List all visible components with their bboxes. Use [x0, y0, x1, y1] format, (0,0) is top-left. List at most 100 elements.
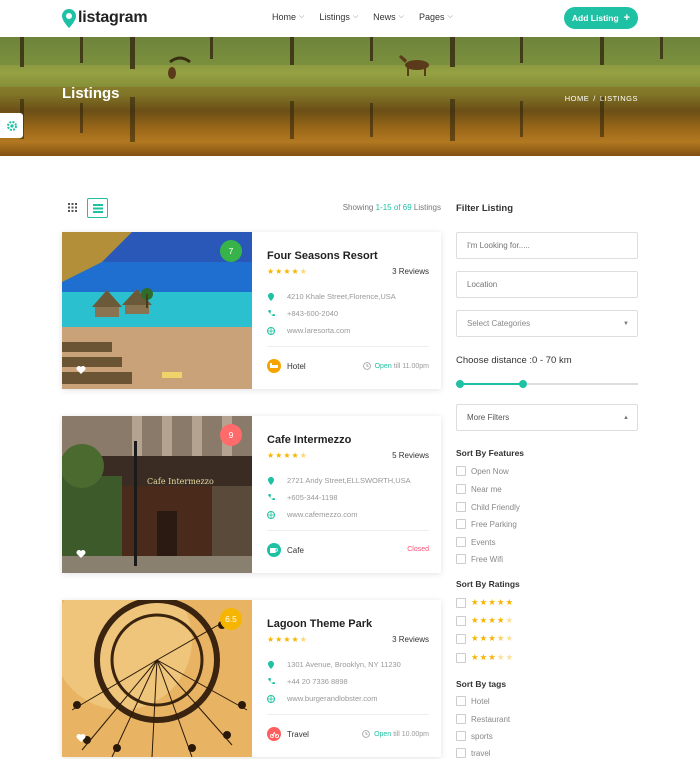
slider-max-handle[interactable]: [519, 380, 527, 388]
feature-checkbox[interactable]: Near me: [456, 484, 502, 494]
heart-icon[interactable]: [76, 549, 86, 559]
checkbox[interactable]: [456, 696, 466, 706]
location-input[interactable]: [467, 280, 637, 289]
listing-image-themepark[interactable]: 6.5: [62, 600, 252, 757]
open-status: Open till 11.00pm: [362, 362, 429, 370]
checkbox[interactable]: [456, 466, 466, 476]
website-link[interactable]: www.burgerandlobster.com: [287, 694, 377, 703]
feature-checkbox[interactable]: Open Now: [456, 466, 509, 476]
search-field[interactable]: [456, 232, 638, 259]
listing-card[interactable]: 7 Four Seasons Resort ★★★★ ★ 3 Reviews 42…: [62, 232, 441, 389]
results-range: 1-15 of 69: [375, 203, 412, 212]
checkbox[interactable]: [456, 615, 466, 626]
checkbox[interactable]: [456, 554, 466, 564]
tag-checkbox[interactable]: sports: [456, 731, 493, 741]
listing-phone: +843-600-2040: [267, 309, 338, 318]
checkbox[interactable]: [456, 502, 466, 512]
feature-checkbox[interactable]: Child Friendly: [456, 502, 520, 512]
status-label: Open: [374, 362, 392, 370]
checkbox[interactable]: [456, 537, 466, 547]
more-filters-label: More Filters: [467, 413, 510, 422]
checkbox[interactable]: [456, 597, 466, 608]
nav-item-home[interactable]: Home ⌵: [272, 12, 304, 22]
review-count[interactable]: 3 Reviews: [392, 635, 429, 644]
more-filters-toggle[interactable]: More Filters ▲: [456, 404, 638, 431]
checkbox[interactable]: [456, 652, 466, 663]
listing-card[interactable]: 6.5 Lagoon Theme Park ★★★★ ★ 3 Reviews 13…: [62, 600, 441, 757]
distance-slider[interactable]: [456, 380, 638, 388]
review-count[interactable]: 5 Reviews: [392, 451, 429, 460]
distance-label: Choose distance :0 - 70 km: [456, 355, 572, 366]
category-select[interactable]: Select Categories ▼: [456, 310, 638, 337]
nav-item-pages[interactable]: Pages ⌵: [419, 12, 453, 22]
hero-banner: Listings HOME / LISTINGS: [0, 37, 700, 156]
list-view-button[interactable]: [87, 198, 108, 218]
listing-image-cafe[interactable]: Cafe Intermezzo 9: [62, 416, 252, 573]
rating-checkbox[interactable]: ★★★★★: [456, 633, 514, 644]
chevron-down-icon: ⌵: [398, 13, 404, 20]
listing-title[interactable]: Cafe Intermezzo: [267, 434, 351, 446]
logo[interactable]: listagram: [62, 8, 148, 28]
checkbox-label: Near me: [471, 484, 502, 494]
search-input[interactable]: [467, 241, 637, 250]
checkbox[interactable]: [456, 484, 466, 494]
checkbox[interactable]: [456, 748, 466, 758]
rating-checkbox[interactable]: ★★★★★: [456, 615, 514, 626]
bike-icon: [267, 727, 281, 741]
website-link[interactable]: www.laresorta.com: [287, 326, 350, 335]
checkbox[interactable]: [456, 519, 466, 529]
checkbox[interactable]: [456, 714, 466, 724]
listing-image-resort[interactable]: 7: [62, 232, 252, 389]
divider: [267, 714, 429, 715]
brand-name: listagram: [78, 9, 148, 26]
listing-title[interactable]: Four Seasons Resort: [267, 250, 378, 262]
review-count[interactable]: 3 Reviews: [392, 267, 429, 276]
breadcrumb-home[interactable]: HOME: [565, 94, 590, 103]
tag-checkbox[interactable]: Restaurant: [456, 714, 510, 724]
globe-icon: [267, 510, 275, 519]
checkbox[interactable]: [456, 731, 466, 741]
location-field[interactable]: [456, 271, 638, 298]
listing-website: www.laresorta.com: [267, 326, 350, 335]
star-rating: ★★★★★: [267, 451, 308, 460]
nav-item-news[interactable]: News ⌵: [373, 12, 404, 22]
coffee-icon: [267, 543, 281, 557]
website-link[interactable]: www.cafemezzo.com: [287, 510, 357, 519]
nav-label: News: [373, 12, 396, 22]
listing-category[interactable]: Travel: [267, 727, 309, 741]
plus-icon: +: [623, 12, 631, 24]
checkbox-label: travel: [471, 748, 491, 758]
grid-view-button[interactable]: [62, 198, 82, 217]
heart-icon[interactable]: [76, 365, 86, 375]
listing-website: www.cafemezzo.com: [267, 510, 357, 519]
category-label: Hotel: [287, 361, 306, 371]
slider-min-handle[interactable]: [456, 380, 464, 388]
map-marker-icon: [267, 476, 275, 485]
tag-checkbox[interactable]: Hotel: [456, 696, 490, 706]
settings-toggle[interactable]: [0, 113, 23, 138]
listing-title[interactable]: Lagoon Theme Park: [267, 618, 372, 630]
phone-text[interactable]: +843-600-2040: [287, 309, 338, 318]
star-rating: ★★★★★: [471, 615, 515, 625]
heart-icon[interactable]: [76, 733, 86, 743]
rating-checkbox[interactable]: ★★★★★: [456, 652, 514, 663]
checkbox[interactable]: [456, 633, 466, 644]
phone-text[interactable]: +44 20 7336 8898: [287, 677, 348, 686]
listing-category[interactable]: Hotel: [267, 359, 306, 373]
star-rating: ★★★★★: [471, 652, 515, 662]
listing-category[interactable]: Cafe: [267, 543, 304, 557]
feature-checkbox[interactable]: Events: [456, 537, 495, 547]
phone-text[interactable]: +605-344-1198: [287, 493, 338, 502]
nav-item-listings[interactable]: Listings ⌵: [319, 12, 358, 22]
map-marker-icon: [267, 660, 275, 669]
add-listing-button[interactable]: Add Listing +: [564, 7, 638, 29]
listing-card[interactable]: Cafe Intermezzo 9 Cafe Intermezzo ★★★★ ★ …: [62, 416, 441, 573]
rating-checkbox[interactable]: ★★★★★: [456, 597, 514, 608]
tag-checkbox[interactable]: travel: [456, 748, 491, 758]
feature-checkbox[interactable]: Free Parking: [456, 519, 517, 529]
feature-checkbox[interactable]: Free Wifi: [456, 554, 503, 564]
bed-icon: [267, 359, 281, 373]
tags-title: Sort By tags: [456, 679, 507, 689]
listing-body: Lagoon Theme Park ★★★★ ★ 3 Reviews 1301 A…: [267, 600, 429, 757]
nav-label: Listings: [319, 12, 350, 22]
